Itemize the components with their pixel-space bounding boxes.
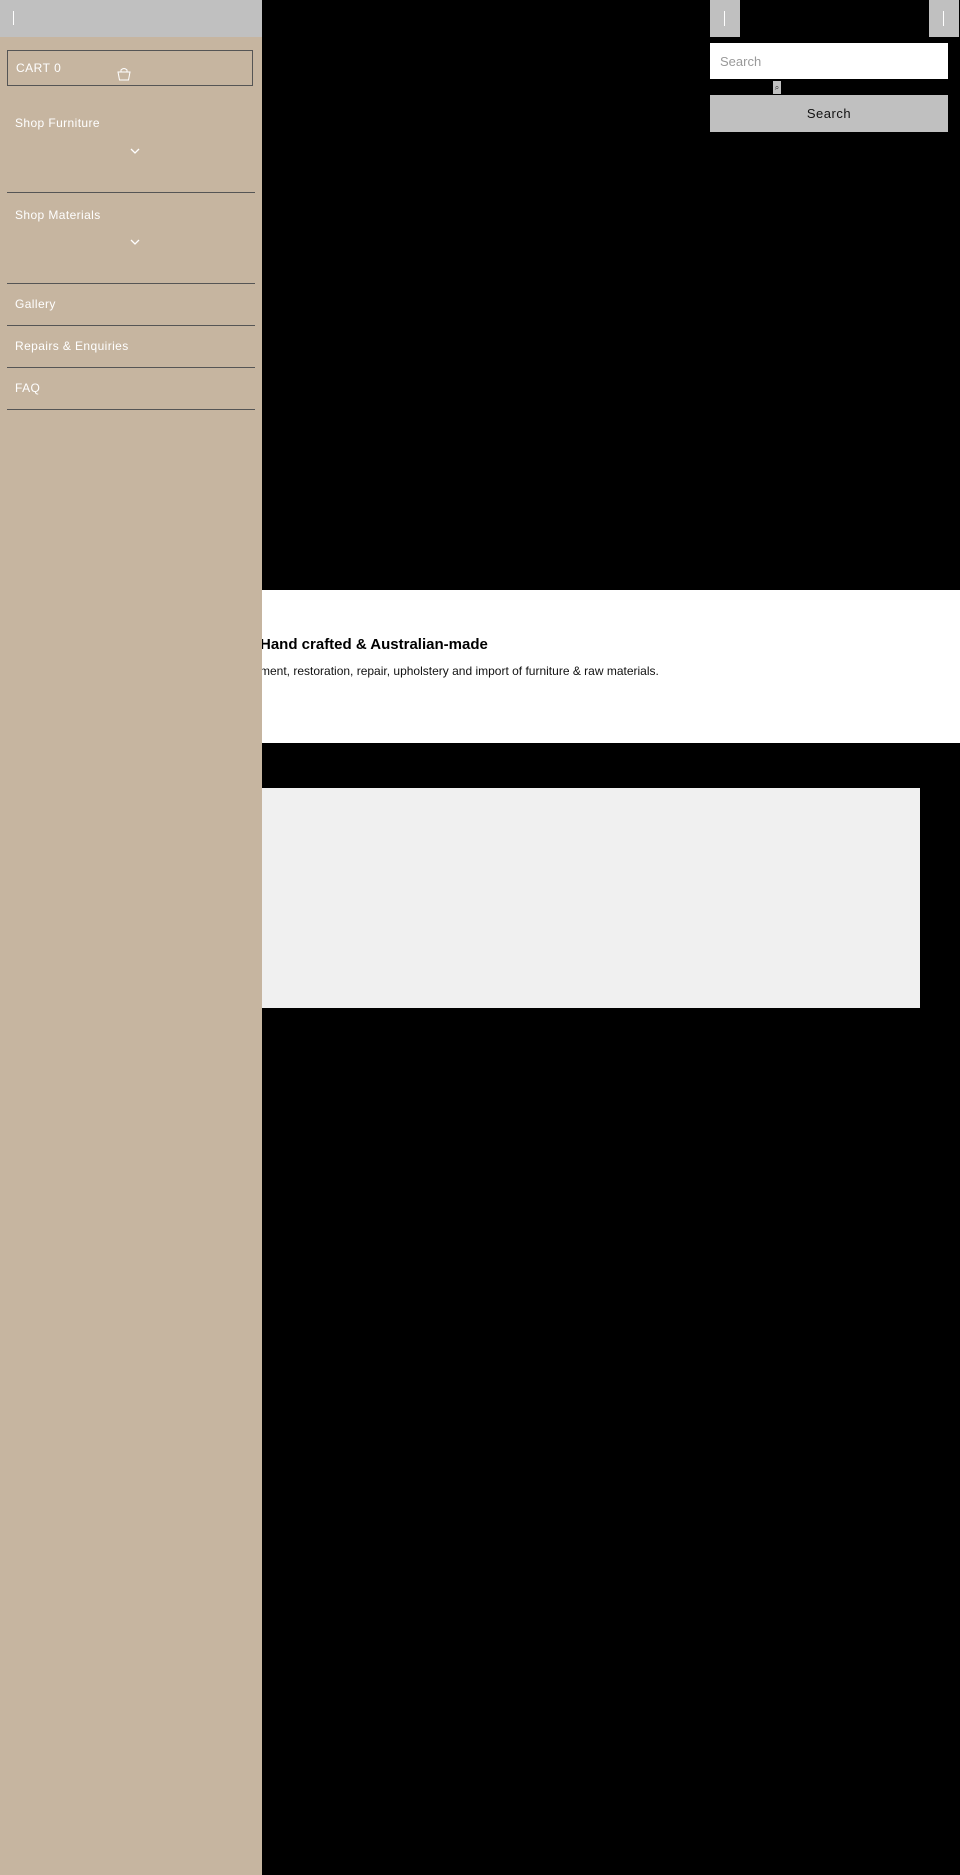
chevron-down-icon[interactable] <box>130 148 140 154</box>
drawer-topbar <box>0 0 262 37</box>
search-toggle-icon <box>724 11 725 26</box>
nav-item-repairs-enquiries[interactable]: Repairs & Enquiries <box>7 325 255 368</box>
close-drawer-icon[interactable] <box>13 11 14 25</box>
nav-item-label: FAQ <box>15 381 41 395</box>
menu-toggle-icon <box>943 11 944 26</box>
nav-item-shop-materials[interactable]: Shop Materials <box>7 192 255 284</box>
search-submit-icon[interactable]: ⌕ <box>773 81 781 94</box>
shopping-bag-icon <box>117 68 131 81</box>
nav-item-label: Shop Furniture <box>15 116 100 130</box>
nav-item-shop-furniture[interactable]: Shop Furniture <box>7 100 255 193</box>
search-button[interactable]: Search <box>710 95 948 132</box>
search-toggle-button[interactable] <box>710 0 740 37</box>
feature-title: Hand crafted & Australian-made <box>260 636 488 653</box>
search-input[interactable] <box>710 43 948 79</box>
menu-toggle-button[interactable] <box>929 0 959 37</box>
cart-button[interactable]: CART 0 <box>7 50 253 86</box>
nav-item-gallery[interactable]: Gallery <box>7 283 255 326</box>
cart-label: CART 0 <box>16 61 62 75</box>
feature-text: ment, restoration, repair, upholstery an… <box>260 664 659 678</box>
side-drawer: CART 0 Shop Furniture Shop Materials Gal… <box>0 0 262 1875</box>
nav-item-label: Repairs & Enquiries <box>15 339 129 353</box>
chevron-down-icon[interactable] <box>130 239 140 245</box>
nav-item-label: Gallery <box>15 297 56 311</box>
nav-item-faq[interactable]: FAQ <box>7 367 255 410</box>
nav-item-label: Shop Materials <box>15 208 101 222</box>
